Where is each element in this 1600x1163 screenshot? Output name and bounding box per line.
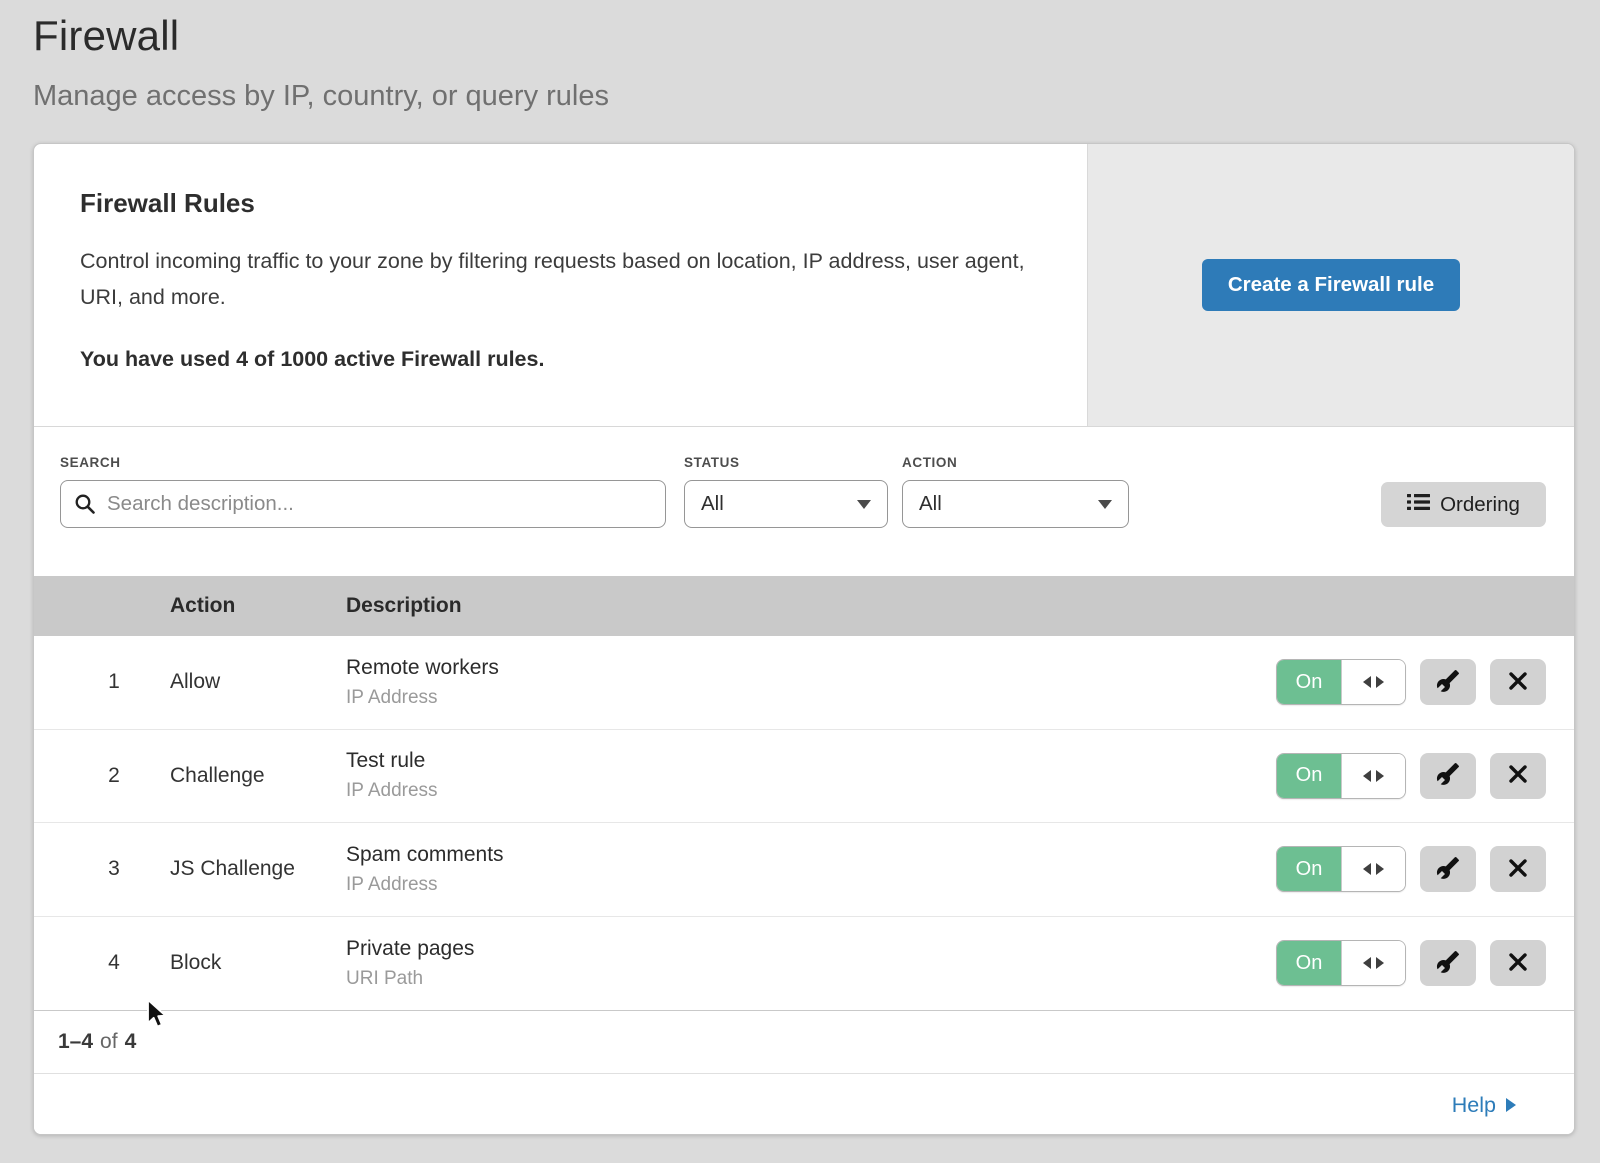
ordering-button-label: Ordering — [1440, 493, 1520, 517]
rule-description: Remote workers — [346, 656, 1276, 680]
ordering-button[interactable]: Ordering — [1381, 482, 1546, 527]
x-icon — [1508, 671, 1528, 694]
search-label: SEARCH — [60, 455, 121, 470]
status-select-value: All — [701, 492, 724, 516]
search-input[interactable] — [60, 480, 666, 528]
rule-match-type: IP Address — [346, 780, 1276, 802]
pagination-bar: 1–4 of 4 — [34, 1010, 1574, 1073]
rule-description-cell: Test rule IP Address — [346, 749, 1276, 802]
toggle-on-label: On — [1277, 847, 1341, 891]
row-controls: On — [1276, 846, 1546, 892]
rule-action: Challenge — [170, 764, 346, 788]
delete-rule-button[interactable] — [1490, 940, 1546, 986]
table-row: 4 Block Private pages URI Path On — [34, 917, 1574, 1011]
left-right-arrows-icon — [1341, 660, 1405, 704]
rules-heading: Firewall Rules — [80, 188, 1047, 219]
wrench-icon — [1436, 669, 1460, 696]
x-icon — [1508, 952, 1528, 975]
delete-rule-button[interactable] — [1490, 659, 1546, 705]
wrench-icon — [1436, 950, 1460, 977]
pagination-total: 4 — [125, 1030, 137, 1054]
rule-enabled-toggle[interactable]: On — [1276, 753, 1406, 799]
toggle-on-label: On — [1277, 941, 1341, 985]
page-subtitle: Manage access by IP, country, or query r… — [33, 80, 609, 113]
action-label: ACTION — [902, 455, 957, 470]
rule-action: Block — [170, 951, 346, 975]
delete-rule-button[interactable] — [1490, 846, 1546, 892]
search-field-wrap — [60, 480, 666, 528]
rule-enabled-toggle[interactable]: On — [1276, 940, 1406, 986]
table-header: Action Description — [34, 576, 1574, 636]
rule-description-cell: Spam comments IP Address — [346, 843, 1276, 896]
edit-rule-button[interactable] — [1420, 659, 1476, 705]
help-link[interactable]: Help — [1452, 1093, 1516, 1118]
help-bar: Help — [34, 1073, 1574, 1135]
rules-description: Control incoming traffic to your zone by… — [80, 243, 1025, 315]
firewall-rules-card: Firewall Rules Control incoming traffic … — [33, 143, 1575, 1135]
rule-enabled-toggle[interactable]: On — [1276, 659, 1406, 705]
create-rule-panel: Create a Firewall rule — [1087, 144, 1574, 426]
table-row: 3 JS Challenge Spam comments IP Address … — [34, 823, 1574, 917]
rule-priority: 2 — [58, 764, 170, 788]
row-controls: On — [1276, 659, 1546, 705]
filter-bar: SEARCH STATUS ACTION All All Ordering — [34, 426, 1574, 576]
rules-info-text: Firewall Rules Control incoming traffic … — [34, 144, 1087, 426]
rule-priority: 4 — [58, 951, 170, 975]
rule-description: Private pages — [346, 937, 1276, 961]
status-label: STATUS — [684, 455, 740, 470]
edit-rule-button[interactable] — [1420, 753, 1476, 799]
rule-action: JS Challenge — [170, 857, 346, 881]
table-row: 2 Challenge Test rule IP Address On — [34, 730, 1574, 824]
action-select[interactable]: All — [902, 480, 1129, 528]
pagination-range: 1–4 — [58, 1030, 93, 1054]
help-link-label: Help — [1452, 1093, 1496, 1118]
row-controls: On — [1276, 940, 1546, 986]
left-right-arrows-icon — [1341, 941, 1405, 985]
table-row: 1 Allow Remote workers IP Address On — [34, 636, 1574, 730]
rule-description: Test rule — [346, 749, 1276, 773]
left-right-arrows-icon — [1341, 754, 1405, 798]
rules-info-section: Firewall Rules Control incoming traffic … — [34, 144, 1574, 426]
toggle-on-label: On — [1277, 660, 1341, 704]
edit-rule-button[interactable] — [1420, 940, 1476, 986]
x-icon — [1508, 764, 1528, 787]
row-controls: On — [1276, 753, 1546, 799]
header-action-col: Action — [170, 594, 346, 618]
create-firewall-rule-button[interactable]: Create a Firewall rule — [1202, 259, 1460, 311]
rule-action: Allow — [170, 670, 346, 694]
rules-usage-note: You have used 4 of 1000 active Firewall … — [80, 347, 1047, 372]
left-right-arrows-icon — [1341, 847, 1405, 891]
ordered-list-icon — [1407, 491, 1430, 519]
rule-match-type: IP Address — [346, 874, 1276, 896]
rule-match-type: IP Address — [346, 687, 1276, 709]
header-description-col: Description — [346, 594, 1574, 618]
pagination-of-text: of — [100, 1030, 118, 1054]
edit-rule-button[interactable] — [1420, 846, 1476, 892]
arrow-right-icon — [1506, 1098, 1516, 1112]
delete-rule-button[interactable] — [1490, 753, 1546, 799]
status-select[interactable]: All — [684, 480, 888, 528]
rule-priority: 1 — [58, 670, 170, 694]
chevron-down-icon — [857, 500, 871, 509]
rule-description-cell: Remote workers IP Address — [346, 656, 1276, 709]
x-icon — [1508, 858, 1528, 881]
wrench-icon — [1436, 762, 1460, 789]
rule-enabled-toggle[interactable]: On — [1276, 846, 1406, 892]
wrench-icon — [1436, 856, 1460, 883]
page-title: Firewall — [33, 12, 179, 60]
rule-description: Spam comments — [346, 843, 1276, 867]
rule-match-type: URI Path — [346, 968, 1276, 990]
chevron-down-icon — [1098, 500, 1112, 509]
rule-description-cell: Private pages URI Path — [346, 937, 1276, 990]
rule-priority: 3 — [58, 857, 170, 881]
search-icon — [74, 493, 96, 520]
rules-list: 1 Allow Remote workers IP Address On — [34, 636, 1574, 1010]
action-select-value: All — [919, 492, 942, 516]
toggle-on-label: On — [1277, 754, 1341, 798]
